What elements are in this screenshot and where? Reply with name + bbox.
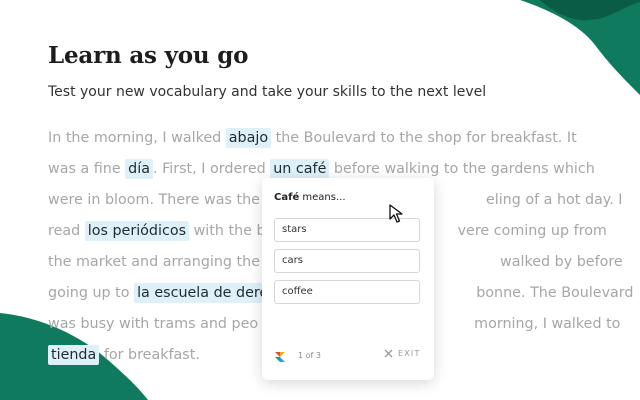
vocab-highlight[interactable]: día: [125, 159, 153, 179]
story-text: the market and arranging the: [48, 254, 261, 270]
story-text: read: [48, 223, 85, 239]
pointer-cursor-icon: [389, 204, 403, 223]
story-line: In the morning, I walked abajo the Boule…: [48, 123, 608, 154]
page-title: Learn as you go: [48, 42, 249, 69]
quiz-word: Café: [274, 192, 300, 203]
quiz-footer: 1 of 3 EXIT: [262, 346, 434, 370]
story-text: before walking to the gardens which: [329, 161, 595, 177]
page-subtitle: Test your new vocabulary and take your s…: [48, 84, 487, 100]
story-text: was busy with trams and peo: [48, 316, 259, 332]
story-text: with the b: [189, 223, 266, 239]
quiz-option[interactable]: cars: [274, 249, 420, 273]
app-logo-icon: [275, 352, 285, 362]
vocab-highlight-active[interactable]: un café: [270, 159, 330, 179]
vocab-highlight[interactable]: la escuela de dere: [134, 283, 272, 303]
story-text: going up to: [48, 285, 135, 301]
story-text: In the morning, I walked: [48, 130, 226, 146]
story-text: . First, I ordered: [152, 161, 271, 177]
vocab-highlight[interactable]: abajo: [225, 128, 272, 148]
story-text: for breakfast.: [99, 347, 200, 363]
story-text: the Boulevard to the shop for breakfast.…: [271, 130, 577, 146]
story-text: morning, I walked to: [474, 316, 621, 332]
exit-button[interactable]: EXIT: [384, 349, 421, 358]
vocab-quiz-popup: Café means... stars cars coffee 1 of 3 E…: [262, 178, 434, 380]
vocab-highlight[interactable]: tienda: [48, 345, 100, 365]
quiz-option[interactable]: coffee: [274, 280, 420, 304]
vocab-highlight[interactable]: los periódicos: [84, 221, 190, 241]
story-text: walked by before: [500, 254, 623, 270]
story-text: vere coming up from: [457, 223, 607, 239]
quiz-prompt: Café means...: [274, 192, 346, 203]
quiz-progress: 1 of 3: [298, 351, 321, 360]
quiz-prompt-suffix: means...: [299, 192, 346, 203]
story-text: was a fine: [48, 161, 126, 177]
story-text: eling of a hot day. I: [485, 192, 623, 208]
story-text: bonne. The Boulevard: [476, 285, 634, 301]
story-text: were in bloom. There was the: [48, 192, 260, 208]
exit-label: EXIT: [398, 349, 421, 358]
close-icon: [384, 349, 393, 358]
